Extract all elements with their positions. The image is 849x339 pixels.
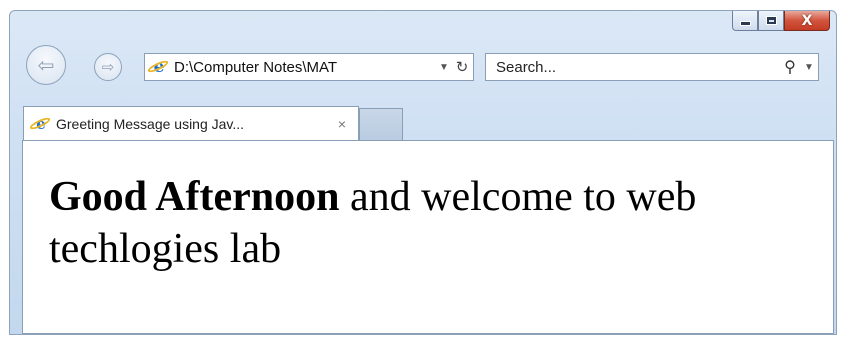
address-bar[interactable]: e D:\Computer Notes\MAT ▼ ↻ xyxy=(144,53,474,81)
back-arrow-icon: ⇦ xyxy=(37,54,55,77)
tab-active[interactable]: e Greeting Message using Jav... × xyxy=(23,106,359,141)
close-icon: X xyxy=(801,12,813,29)
greeting-bold-text: Good Afternoon xyxy=(49,174,340,220)
minimize-button[interactable] xyxy=(732,11,758,31)
greeting-message: Good Afternoon and welcome to web techlo… xyxy=(49,171,819,275)
tab-close-icon[interactable]: × xyxy=(332,116,352,132)
forward-button[interactable]: ⇨ xyxy=(94,53,122,81)
ie-tab-icon: e xyxy=(32,115,50,133)
maximize-icon xyxy=(765,16,777,25)
refresh-icon[interactable]: ↻ xyxy=(451,58,473,76)
back-button[interactable]: ⇦ xyxy=(26,45,66,85)
search-icon[interactable]: ⚲ xyxy=(780,57,800,77)
page-content: Good Afternoon and welcome to web techlo… xyxy=(22,140,834,334)
browser-window: X ⇦ ⇨ e D:\Computer Notes\MAT ▼ ↻ Search… xyxy=(9,10,837,335)
forward-arrow-icon: ⇨ xyxy=(101,59,115,76)
tab-title: Greeting Message using Jav... xyxy=(56,116,245,132)
address-dropdown-icon[interactable]: ▼ xyxy=(437,62,451,73)
address-text[interactable]: D:\Computer Notes\MAT xyxy=(174,59,437,76)
search-box[interactable]: Search... ⚲ ▼ xyxy=(485,53,819,81)
maximize-button[interactable] xyxy=(758,11,784,31)
new-tab-button[interactable] xyxy=(359,108,403,141)
ie-page-icon: e xyxy=(150,58,168,76)
close-window-button[interactable]: X xyxy=(784,11,830,31)
window-caption-buttons: X xyxy=(732,11,830,33)
minimize-icon xyxy=(739,21,751,26)
search-dropdown-icon[interactable]: ▼ xyxy=(800,62,818,73)
search-input[interactable]: Search... xyxy=(496,59,780,76)
